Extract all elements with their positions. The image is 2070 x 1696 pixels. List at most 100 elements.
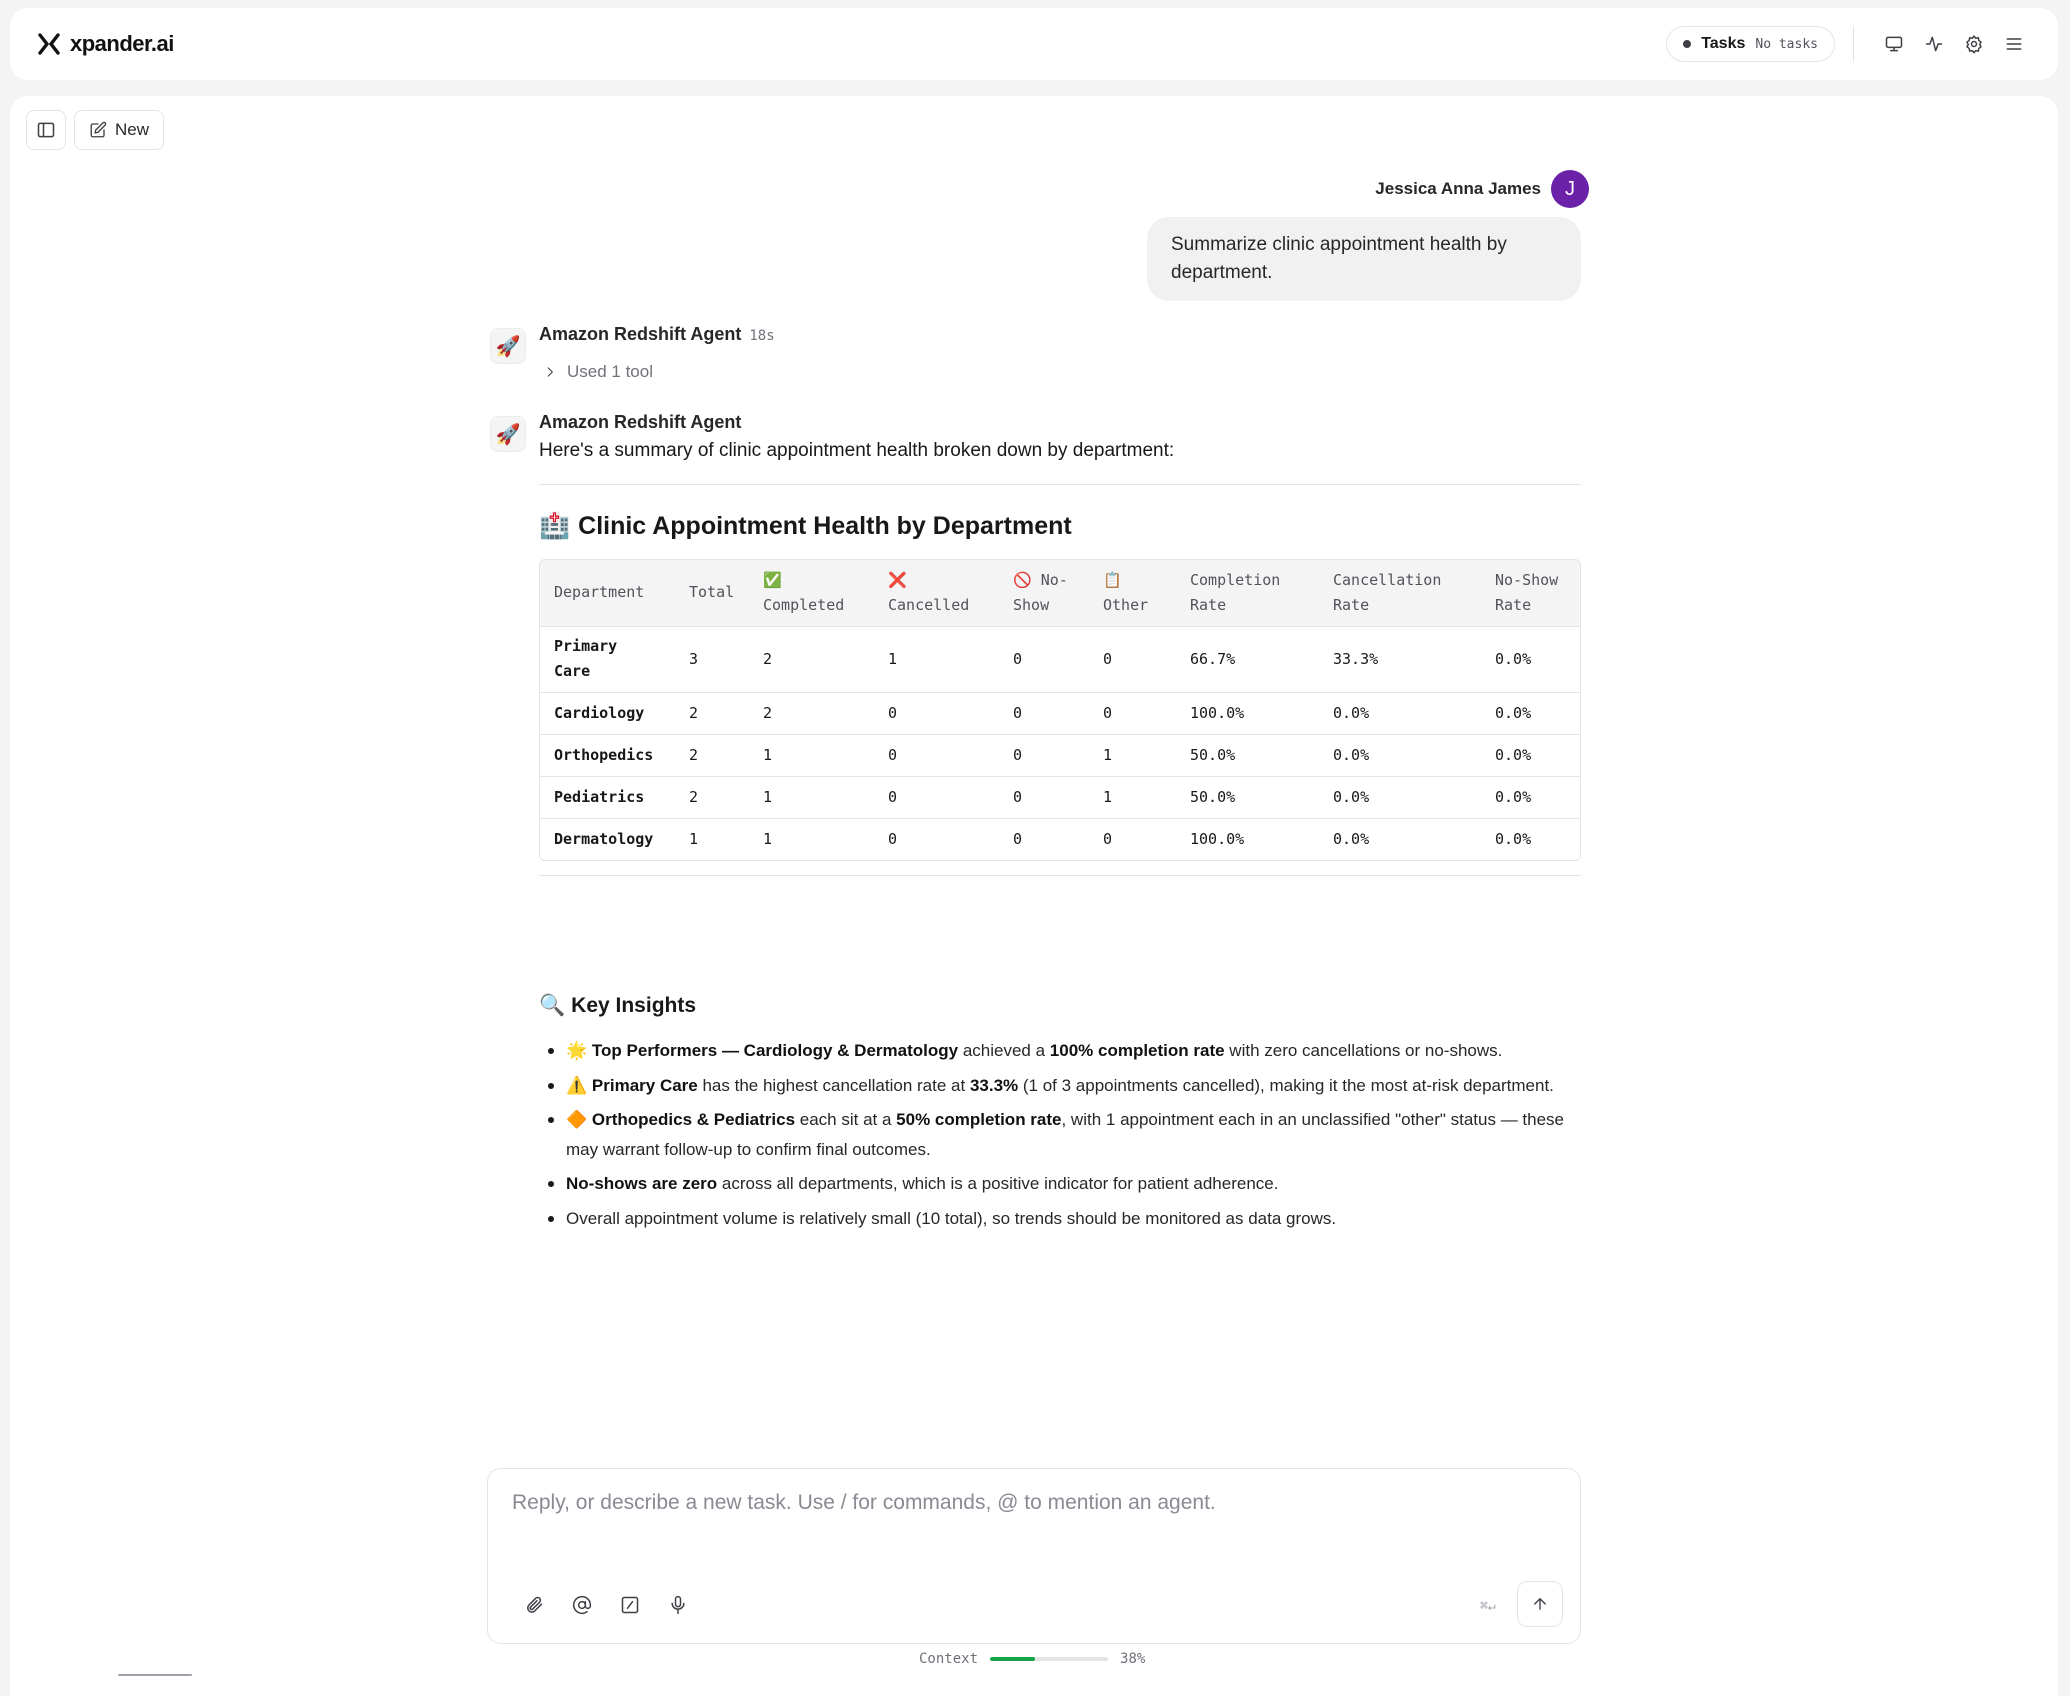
column-header: ✅ Completed xyxy=(749,560,874,626)
microphone-icon[interactable] xyxy=(666,1593,690,1617)
arrow-up-icon xyxy=(1534,1598,1546,1610)
column-header: ❌ Cancelled xyxy=(874,560,999,626)
divider xyxy=(539,875,1581,876)
insight-text: achieved a xyxy=(958,1041,1050,1060)
table-cell: 0.0% xyxy=(1481,775,1580,818)
table-cell: 0.0% xyxy=(1481,733,1580,776)
table-cell: 0 xyxy=(999,733,1089,776)
table-cell: Primary Care xyxy=(540,625,675,692)
table-cell: 1 xyxy=(874,625,999,692)
star-icon: 🌟 xyxy=(566,1041,588,1060)
brand-name: xpander.ai xyxy=(70,31,174,56)
table-cell: 100.0% xyxy=(1176,817,1319,860)
table-cell: 0 xyxy=(1089,691,1176,734)
menu-icon[interactable] xyxy=(1994,24,2034,64)
list-item: Overall appointment volume is relatively… xyxy=(548,1204,1586,1234)
divider xyxy=(1853,26,1854,62)
new-chat-button[interactable]: New xyxy=(74,110,165,150)
orange-diamond-icon: 🔶 xyxy=(566,1110,588,1129)
tool-usage-toggle[interactable]: Used 1 tool xyxy=(543,362,653,382)
insight-text: has the highest cancellation rate at xyxy=(697,1075,970,1095)
insight-bold: Primary Care xyxy=(591,1075,698,1095)
insight-bold: Top Performers — Cardiology & Dermatolog… xyxy=(591,1041,959,1060)
brand[interactable]: xpander.ai xyxy=(38,31,174,57)
send-button[interactable] xyxy=(1517,1581,1563,1627)
send-shortcut-hint: ⌘↵ xyxy=(1480,1599,1496,1614)
top-bar: xpander.ai Tasks No tasks xyxy=(10,8,2058,80)
message-composer: ⌘↵ xyxy=(487,1468,1581,1644)
user-message-bubble: Summarize clinic appointment health by d… xyxy=(1147,217,1581,301)
sidebar-toggle-button[interactable] xyxy=(26,110,66,150)
table-cell: 50.0% xyxy=(1176,733,1319,776)
table-row: Primary Care 3 2 1 0 0 66.7% 33.3% 0.0% xyxy=(540,625,1580,692)
insight-text: each sit at a xyxy=(795,1110,897,1129)
slash-command-icon[interactable] xyxy=(618,1593,642,1617)
table-cell: 66.7% xyxy=(1176,625,1319,692)
column-header: 📋 Other xyxy=(1089,560,1176,626)
settings-icon[interactable] xyxy=(1954,24,1994,64)
top-bar-actions: Tasks No tasks xyxy=(1666,24,2034,64)
table-cell: 50.0% xyxy=(1176,775,1319,818)
table-cell: 2 xyxy=(675,775,749,818)
table-cell: 1 xyxy=(1089,733,1176,776)
tasks-button[interactable]: Tasks No tasks xyxy=(1666,26,1835,62)
insight-bold: 100% completion rate xyxy=(1049,1041,1225,1060)
table-cell: 1 xyxy=(675,817,749,860)
edit-icon xyxy=(90,121,107,138)
table-header-row: Department Total ✅ Completed ❌ Cancelled… xyxy=(540,560,1580,626)
agent-avatar-rocket-icon: 🚀 xyxy=(490,416,526,452)
table-cell: 0.0% xyxy=(1481,817,1580,860)
insight-bold: 50% completion rate xyxy=(896,1110,1062,1129)
agent-name-header: Amazon Redshift Agent 18s xyxy=(539,324,775,345)
tasks-label: Tasks xyxy=(1701,35,1746,52)
table-cell: 0.0% xyxy=(1319,817,1481,860)
table-cell: 0.0% xyxy=(1319,691,1481,734)
context-progress-bar xyxy=(990,1657,1109,1661)
table-cell: 2 xyxy=(675,733,749,776)
table-cell: 0 xyxy=(999,625,1089,692)
divider xyxy=(539,484,1581,485)
list-item: 🔶 Orthopedics & Pediatrics each sit at a… xyxy=(548,1105,1586,1164)
agent-avatar-rocket-icon: 🚀 xyxy=(490,328,526,364)
insight-text: across all departments, which is a posit… xyxy=(717,1174,1279,1193)
insights-heading: 🔍 Key Insights xyxy=(539,994,696,1018)
paperclip-icon[interactable] xyxy=(522,1593,546,1617)
table-cell: 0 xyxy=(874,733,999,776)
activity-icon[interactable] xyxy=(1914,24,1954,64)
message-input[interactable] xyxy=(512,1491,1552,1515)
tool-usage-label: Used 1 tool xyxy=(567,362,653,381)
table-cell: 1 xyxy=(1089,775,1176,818)
table-row: Dermatology 1 1 0 0 0 100.0% 0.0% 0.0% xyxy=(540,817,1580,860)
list-item: ⚠️ Primary Care has the highest cancella… xyxy=(548,1071,1586,1101)
insights-list: 🌟 Top Performers — Cardiology & Dermatol… xyxy=(548,1036,1586,1238)
magnifier-icon: 🔍 xyxy=(539,994,566,1017)
table-cell: Pediatrics xyxy=(540,775,675,818)
context-progress-fill xyxy=(990,1657,1035,1661)
column-header: 🚫 No-Show xyxy=(999,560,1089,626)
table-cell: 0.0% xyxy=(1481,625,1580,692)
table-cell: 3 xyxy=(675,625,749,692)
table-cell: 1 xyxy=(749,817,874,860)
table-cell: 0 xyxy=(1089,817,1176,860)
column-header: Total xyxy=(675,560,749,626)
monitor-icon[interactable] xyxy=(1874,24,1914,64)
sidebar-icon xyxy=(37,122,55,138)
new-chat-label: New xyxy=(115,120,150,139)
table-cell: 2 xyxy=(675,691,749,734)
column-header: Completion Rate xyxy=(1176,560,1319,626)
tasks-status: No tasks xyxy=(1755,36,1818,52)
insight-text: with zero cancellations or no-shows. xyxy=(1224,1041,1503,1060)
table-cell: 2 xyxy=(749,691,874,734)
table-cell: 0 xyxy=(874,775,999,818)
avatar[interactable]: J xyxy=(1551,170,1589,208)
response-heading: 🏥 Clinic Appointment Health by Departmen… xyxy=(539,512,1072,541)
tasks-status-dot xyxy=(1683,40,1692,48)
table-row: Pediatrics 2 1 0 0 1 50.0% 0.0% 0.0% xyxy=(540,775,1580,818)
at-sign-icon[interactable] xyxy=(570,1593,594,1617)
context-usage: Context 38% xyxy=(919,1651,1145,1667)
table-cell: 0.0% xyxy=(1481,691,1580,734)
table-cell: Orthopedics xyxy=(540,733,675,776)
table-cell: 0.0% xyxy=(1319,775,1481,818)
table-cell: 1 xyxy=(749,733,874,776)
insight-bold: 33.3% xyxy=(969,1075,1019,1095)
